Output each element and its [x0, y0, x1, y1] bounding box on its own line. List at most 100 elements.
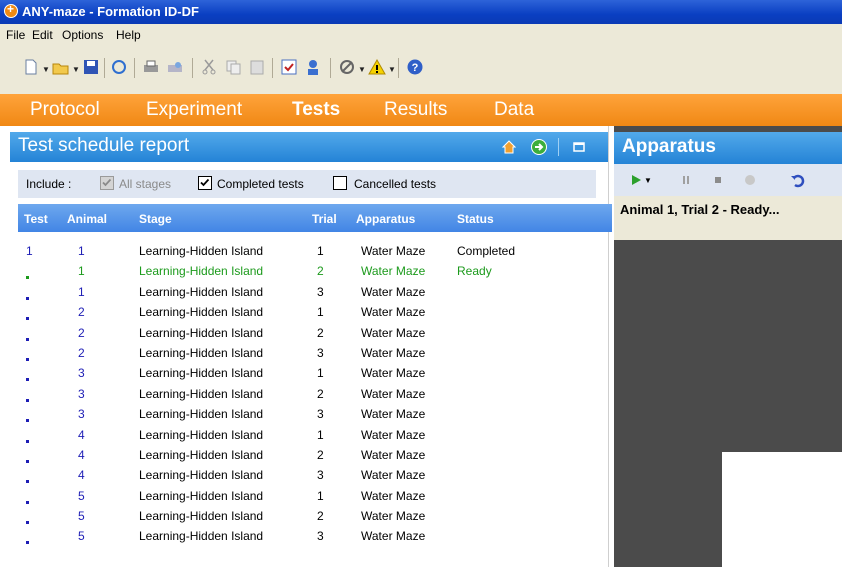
table-row[interactable]: 1 1 Learning-Hidden Island 1 Water Maze Compl…: [18, 242, 612, 262]
checklist-icon[interactable]: [280, 58, 298, 76]
print-preview-icon[interactable]: [166, 58, 184, 76]
user-icon[interactable]: [304, 58, 322, 76]
table-row[interactable]: 3 Learning-Hidden Island 2 Water Maze: [18, 385, 612, 405]
pause-icon[interactable]: [678, 172, 694, 188]
undo-icon[interactable]: [790, 172, 806, 188]
cell-stage: Learning-Hidden Island: [139, 509, 264, 524]
cell-test: [26, 472, 29, 486]
cell-test: [26, 289, 29, 303]
title-bar: ANY-maze - Formation ID-DF: [0, 0, 842, 24]
apparatus-toolbar: ▼: [614, 164, 842, 196]
paste-icon[interactable]: [248, 58, 266, 76]
pending-marker: [26, 419, 29, 423]
include-label: Include :: [26, 177, 72, 191]
menu-edit[interactable]: Edit: [32, 28, 53, 42]
table-row[interactable]: 5 Learning-Hidden Island 1 Water Maze: [18, 487, 612, 507]
cut-icon[interactable]: [200, 58, 218, 76]
cell-stage: Learning-Hidden Island: [139, 366, 264, 381]
tab-protocol[interactable]: Protocol: [30, 99, 100, 121]
completed-tests-checkbox[interactable]: [198, 176, 212, 190]
pending-marker: [26, 439, 29, 443]
open-icon[interactable]: [52, 58, 70, 76]
menu-file[interactable]: File: [6, 28, 25, 42]
new-dropdown-icon[interactable]: ▼: [42, 65, 50, 74]
tab-results[interactable]: Results: [384, 99, 447, 121]
col-stage[interactable]: Stage: [139, 212, 172, 226]
stop-icon[interactable]: [710, 172, 726, 188]
tab-experiment[interactable]: Experiment: [146, 99, 242, 121]
toolbar-separator: [398, 58, 399, 78]
table-row[interactable]: 4 Learning-Hidden Island 2 Water Maze: [18, 446, 612, 466]
pending-marker: [26, 378, 29, 382]
table-row[interactable]: 1 Learning-Hidden Island 3 Water Maze: [18, 283, 612, 303]
warning-icon[interactable]: [368, 58, 386, 76]
tools-icon[interactable]: [338, 58, 356, 76]
cancelled-tests-label[interactable]: Cancelled tests: [354, 177, 436, 191]
refresh-icon[interactable]: [110, 58, 128, 76]
maximize-icon[interactable]: [571, 139, 587, 155]
go-icon[interactable]: [531, 139, 547, 155]
cell-animal: 4: [78, 468, 85, 483]
tab-data[interactable]: Data: [494, 99, 534, 121]
save-icon[interactable]: [82, 58, 100, 76]
pending-marker: [26, 521, 29, 525]
col-test[interactable]: Test: [24, 212, 48, 226]
tab-tests[interactable]: Tests: [292, 99, 340, 121]
all-stages-label: All stages: [119, 177, 172, 191]
copy-icon[interactable]: [224, 58, 242, 76]
pending-marker: [26, 500, 29, 504]
table-row[interactable]: 4 Learning-Hidden Island 3 Water Maze: [18, 466, 612, 486]
cell-stage: Learning-Hidden Island: [139, 284, 264, 299]
cell-animal: 2: [78, 345, 85, 360]
cell-animal: 2: [78, 305, 85, 320]
cell-trial: 1: [317, 427, 324, 442]
test-schedule-panel: Test schedule report Include : All stage…: [10, 126, 612, 567]
table-row[interactable]: 5 Learning-Hidden Island 2 Water Maze: [18, 507, 612, 527]
table-row[interactable]: 3 Learning-Hidden Island 3 Water Maze: [18, 405, 612, 425]
open-dropdown-icon[interactable]: ▼: [72, 65, 80, 74]
cell-stage: Learning-Hidden Island: [139, 325, 264, 340]
camera-icon[interactable]: [742, 172, 758, 188]
menu-options[interactable]: Options: [62, 28, 103, 42]
table-row[interactable]: 2 Learning-Hidden Island 3 Water Maze: [18, 344, 612, 364]
panel-title: Test schedule report: [18, 135, 190, 156]
toolbar-separator: [192, 58, 193, 78]
toolbar-separator: [330, 58, 331, 78]
cell-test: [26, 268, 29, 282]
col-apparatus[interactable]: Apparatus: [356, 212, 415, 226]
pending-marker: [26, 459, 29, 463]
menu-help[interactable]: Help: [116, 28, 141, 42]
main-nav: Protocol Experiment Tests Results Data: [0, 94, 842, 126]
help-icon[interactable]: ?: [406, 58, 424, 76]
cell-trial: 3: [317, 345, 324, 360]
completed-tests-label[interactable]: Completed tests: [217, 177, 304, 191]
col-trial[interactable]: Trial: [312, 212, 337, 226]
cancelled-tests-checkbox[interactable]: [333, 176, 347, 190]
col-status[interactable]: Status: [457, 212, 494, 226]
new-icon[interactable]: [22, 58, 40, 76]
cell-animal: 5: [78, 488, 85, 503]
cell-apparatus: Water Maze: [361, 407, 426, 422]
table-row[interactable]: 4 Learning-Hidden Island 1 Water Maze: [18, 426, 612, 446]
toolbar-separator: [134, 58, 135, 78]
cell-apparatus: Water Maze: [361, 244, 426, 258]
home-icon[interactable]: [501, 139, 517, 155]
all-stages-checkbox: [100, 176, 114, 190]
warning-dropdown-icon[interactable]: ▼: [388, 65, 396, 74]
cell-trial: 1: [317, 244, 324, 258]
apparatus-status: Animal 1, Trial 2 - Ready...: [620, 202, 780, 217]
play-dropdown-icon[interactable]: ▼: [644, 176, 654, 186]
cell-animal: 5: [78, 529, 85, 544]
play-icon[interactable]: [628, 172, 644, 188]
table-row[interactable]: 2 Learning-Hidden Island 1 Water Maze: [18, 303, 612, 323]
table-row[interactable]: 5 Learning-Hidden Island 3 Water Maze: [18, 527, 612, 547]
col-animal[interactable]: Animal: [67, 212, 107, 226]
cell-test: [26, 350, 29, 364]
table-row[interactable]: 3 Learning-Hidden Island 1 Water Maze: [18, 364, 612, 384]
pending-marker: [26, 357, 29, 361]
table-row[interactable]: 2 Learning-Hidden Island 2 Water Maze: [18, 324, 612, 344]
tools-dropdown-icon[interactable]: ▼: [358, 65, 366, 74]
cell-status: Ready: [457, 264, 492, 279]
print-icon[interactable]: [142, 58, 160, 76]
table-row[interactable]: 1 Learning-Hidden Island 2 Water Maze Ready: [18, 262, 612, 282]
